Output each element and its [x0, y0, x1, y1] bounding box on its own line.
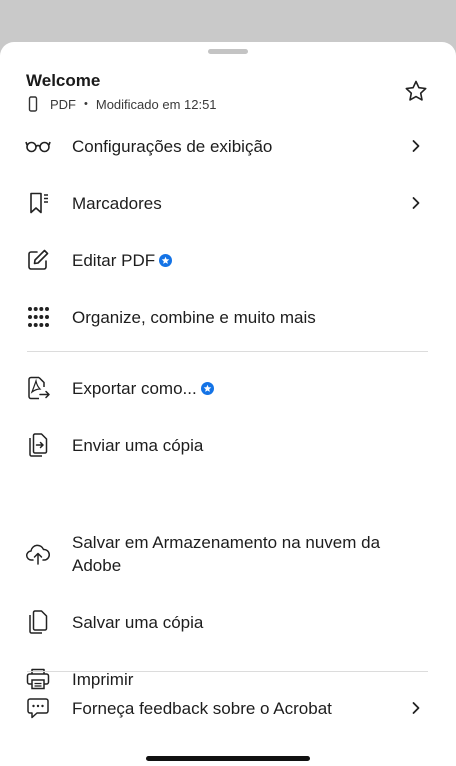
- star-icon: [404, 79, 428, 103]
- document-modified: Modificado em 12:51: [95, 96, 217, 112]
- menu-item-save-cloud[interactable]: Salvar em Armazenamento na nuvem da Adob…: [0, 522, 456, 586]
- device-phone-icon: [26, 96, 40, 112]
- bookmark-icon: [25, 190, 51, 216]
- menu-item-save-copy[interactable]: Salvar uma cópia: [0, 597, 456, 647]
- favorite-button[interactable]: [402, 77, 430, 105]
- menu-item-organize[interactable]: Organize, combine e muito mais: [0, 292, 456, 342]
- chevron-right-icon: [409, 196, 423, 210]
- chevron-right-icon: [409, 139, 423, 153]
- section-divider: [27, 671, 428, 672]
- menu-label: Forneça feedback sobre o Acrobat: [72, 698, 332, 718]
- feedback-icon: [25, 695, 51, 721]
- copy-icon: [25, 609, 51, 635]
- glasses-icon: [25, 133, 51, 159]
- menu-item-edit-pdf[interactable]: Editar PDF: [0, 235, 456, 285]
- chevron-right-icon: [409, 701, 423, 715]
- sheet-grabber[interactable]: [208, 49, 248, 54]
- menu-label: Marcadores: [72, 193, 162, 213]
- menu-label: Enviar uma cópia: [72, 435, 204, 455]
- menu-item-feedback[interactable]: Forneça feedback sobre o Acrobat: [0, 683, 456, 733]
- home-indicator: [146, 756, 310, 761]
- menu-item-view-settings[interactable]: Configurações de exibição: [0, 121, 456, 171]
- menu-item-send-copy[interactable]: Enviar uma cópia: [0, 420, 456, 470]
- edit-icon: [25, 247, 51, 273]
- section-divider: [27, 351, 428, 352]
- menu-label: Salvar uma cópia: [72, 612, 204, 632]
- document-title: Welcome: [26, 71, 101, 90]
- document-type: PDF: [50, 96, 76, 112]
- actions-bottom-sheet: Welcome PDF • Modificado em 12:51 Config…: [0, 42, 456, 766]
- cloud-upload-icon: [25, 541, 51, 567]
- grid-icon: [25, 304, 51, 330]
- document-meta: PDF • Modificado em 12:51: [26, 95, 217, 113]
- send-copy-icon: [25, 432, 51, 458]
- premium-badge-icon: [159, 253, 173, 267]
- menu-label: Salvar em Armazenamento na nuvem da Adob…: [72, 533, 381, 575]
- menu-label-wrap: Exportar como...: [72, 377, 382, 400]
- menu-label-wrap: Editar PDF: [72, 249, 382, 272]
- export-icon: [25, 375, 51, 401]
- menu-label: Organize, combine e muito mais: [72, 307, 316, 327]
- menu-label: Editar PDF: [72, 250, 156, 270]
- premium-badge-icon: [200, 381, 214, 395]
- menu-label: Configurações de exibição: [72, 136, 273, 156]
- menu-label: Exportar como...: [72, 378, 197, 398]
- meta-separator: •: [84, 98, 88, 110]
- menu-item-export[interactable]: Exportar como...: [0, 363, 456, 413]
- menu-item-bookmarks[interactable]: Marcadores: [0, 178, 456, 228]
